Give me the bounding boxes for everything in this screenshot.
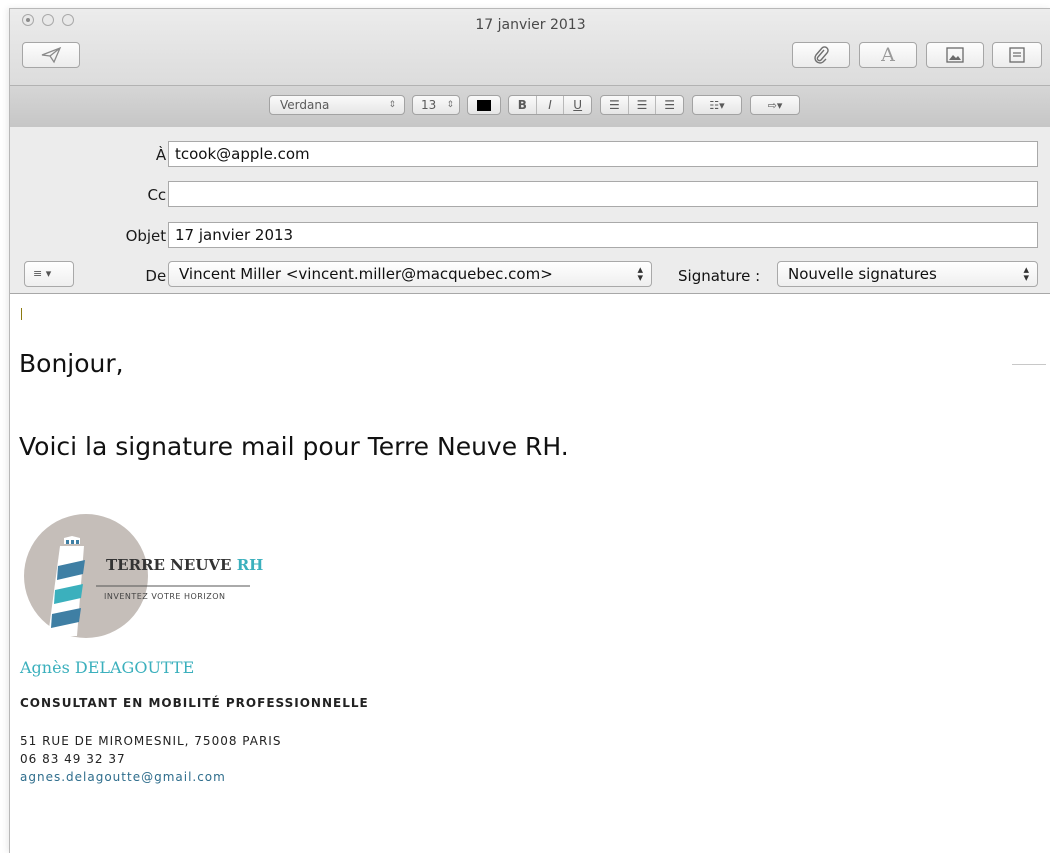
attach-button[interactable] xyxy=(792,42,850,68)
from-select[interactable]: Vincent Miller <vincent.miller@macquebec… xyxy=(168,261,652,287)
message-headers: À : tcook@apple.com Cc : Objet : 17 janv… xyxy=(10,127,1050,294)
stationery-icon xyxy=(1009,47,1025,63)
signature-email-link[interactable]: agnes.delagoutte@gmail.com xyxy=(20,770,226,784)
format-bar: Verdana ⇕ 13 ⇕ B I U ☰ ☰ ☰ ☷▾ ⇨▾ xyxy=(10,85,1050,128)
font-size-value: 13 xyxy=(421,98,437,112)
align-left-button[interactable]: ☰ xyxy=(601,96,629,114)
list-icon: ☷▾ xyxy=(709,98,725,112)
indent-button[interactable]: ⇨▾ xyxy=(750,95,800,115)
greeting-text: Bonjour, xyxy=(19,349,124,378)
select-arrows-icon: ▴ ▾ xyxy=(1023,263,1029,284)
message-text: Voici la signature mail pour Terre Neuve… xyxy=(19,432,569,461)
stationery-button[interactable] xyxy=(992,42,1042,68)
alignment-segment: ☰ ☰ ☰ xyxy=(600,95,684,115)
select-arrows-icon: ▴ ▾ xyxy=(637,263,643,284)
text-color-button[interactable] xyxy=(467,95,501,115)
header-options-button[interactable]: ≡ ▾ xyxy=(24,261,74,287)
signature-title: CONSULTANT EN MOBILITÉ PROFESSIONNELLE xyxy=(20,696,369,710)
font-family-select[interactable]: Verdana ⇕ xyxy=(269,95,405,115)
message-body[interactable]: Bonjour, Voici la signature mail pour Te… xyxy=(10,294,1050,853)
photo-browser-icon xyxy=(946,47,964,63)
paperclip-icon xyxy=(814,46,829,64)
logo-rh: RH xyxy=(236,556,264,574)
signature-select[interactable]: Nouvelle signatures ▴ ▾ xyxy=(777,261,1038,287)
font-A-icon: A xyxy=(881,44,895,66)
signature-name: Agnès DELAGOUTTE xyxy=(20,658,195,677)
signature-address: 51 RUE DE MIROMESNIL, 75008 PARIS xyxy=(20,734,282,748)
signature-logo: TERRE NEUVE RH INVENTEZ VOTRE HORIZON xyxy=(24,514,264,639)
signature-value: Nouvelle signatures xyxy=(788,265,937,283)
align-right-button[interactable]: ☰ xyxy=(656,96,683,114)
paper-plane-icon xyxy=(41,46,62,64)
align-center-icon: ☰ xyxy=(636,98,648,112)
photo-browser-button[interactable] xyxy=(926,42,984,68)
lighthouse-logo-icon xyxy=(24,514,250,638)
signature-label: Signature : xyxy=(678,267,761,285)
logo-name: TERRE NEUVE xyxy=(106,556,232,574)
indent-arrow-icon: ⇨▾ xyxy=(767,98,783,112)
title-bar: 17 janvier 2013 A xyxy=(10,9,1050,85)
mail-compose-window: 17 janvier 2013 A Verdana ⇕ 13 ⇕ B I U ☰… xyxy=(9,8,1050,853)
bold-button[interactable]: B xyxy=(509,96,537,114)
list-button[interactable]: ☷▾ xyxy=(692,95,742,115)
underline-button[interactable]: U xyxy=(564,96,591,114)
divider-line xyxy=(1012,364,1046,365)
font-size-select[interactable]: 13 ⇕ xyxy=(412,95,460,115)
from-value: Vincent Miller <vincent.miller@macquebec… xyxy=(179,265,553,283)
text-caret xyxy=(21,308,22,320)
stepper-arrows-icon: ⇕ xyxy=(446,100,454,110)
stepper-arrows-icon: ⇕ xyxy=(388,100,396,110)
align-center-button[interactable]: ☰ xyxy=(629,96,657,114)
style-segment: B I U xyxy=(508,95,592,115)
cc-field[interactable] xyxy=(168,181,1038,207)
fonts-button[interactable]: A xyxy=(859,42,917,68)
window-title: 17 janvier 2013 xyxy=(475,17,586,33)
signature-phone: 06 83 49 32 37 xyxy=(20,752,126,766)
send-button[interactable] xyxy=(22,42,80,68)
to-field[interactable]: tcook@apple.com xyxy=(168,141,1038,167)
color-swatch-icon xyxy=(477,99,491,111)
menu-icon: ≡ ▾ xyxy=(33,267,52,280)
align-left-icon: ☰ xyxy=(608,98,620,112)
font-family-value: Verdana xyxy=(280,98,330,112)
logo-tagline: INVENTEZ VOTRE HORIZON xyxy=(104,592,226,601)
align-right-icon: ☰ xyxy=(664,98,676,112)
subject-field[interactable]: 17 janvier 2013 xyxy=(168,222,1038,248)
italic-button[interactable]: I xyxy=(537,96,565,114)
